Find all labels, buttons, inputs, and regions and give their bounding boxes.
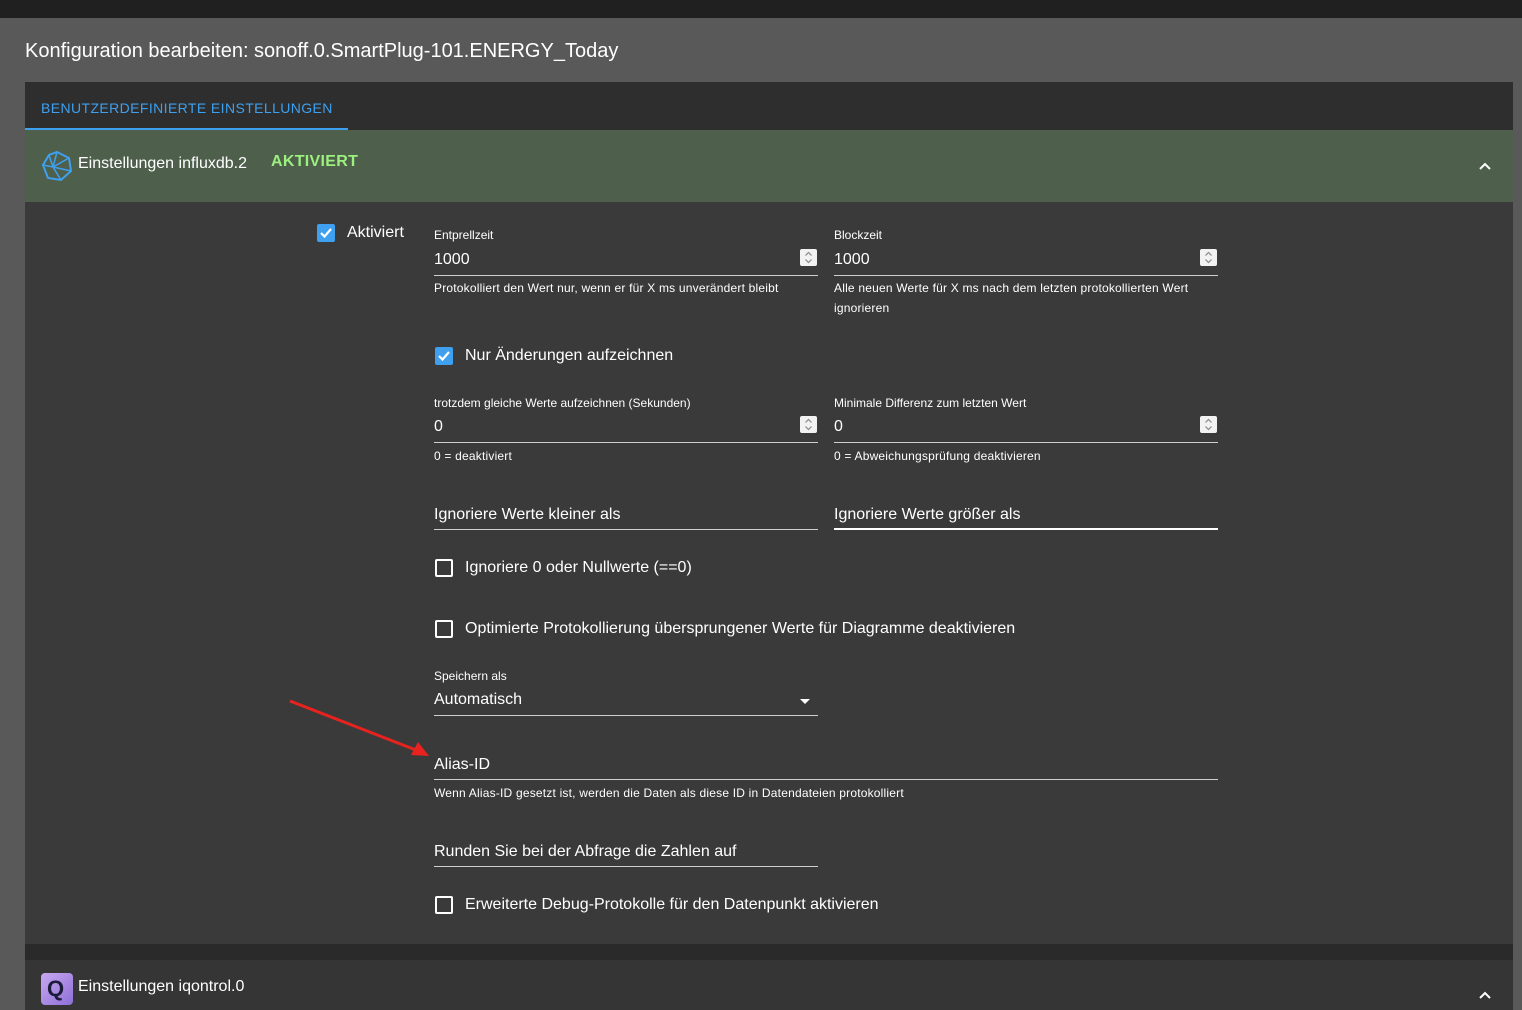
debug-checkbox[interactable] (435, 896, 453, 914)
enabled-label: Aktiviert (347, 224, 404, 241)
tab-bar: BENUTZERDEFINIERTE EINSTELLUNGEN (25, 82, 1513, 130)
record-same-input[interactable]: 0 (434, 418, 443, 436)
record-same-stepper[interactable] (800, 416, 817, 433)
annotation-arrow-icon (289, 699, 429, 756)
ignore-zero-label: Ignoriere 0 oder Nullwerte (==0) (465, 559, 692, 576)
block-input[interactable]: 1000 (834, 251, 870, 269)
store-as-underline (434, 715, 818, 716)
accordion-title-iqontrol: Einstellungen iqontrol.0 (78, 978, 245, 995)
alias-id-input[interactable]: Alias-ID (434, 756, 490, 774)
block-stepper[interactable] (1200, 249, 1217, 266)
iqontrol-icon: Q (41, 973, 73, 1005)
ignore-below-input[interactable]: Ignoriere Werte kleiner als (434, 506, 620, 524)
min-diff-stepper[interactable] (1200, 416, 1217, 433)
debounce-underline (434, 275, 818, 276)
block-label: Blockzeit (834, 228, 883, 242)
debounce-stepper[interactable] (800, 249, 817, 266)
ignore-below-underline (434, 529, 818, 530)
store-as-select[interactable]: Automatisch (434, 691, 522, 709)
dialog-content: BENUTZERDEFINIERTE EINSTELLUNGEN Einstel… (25, 82, 1513, 1010)
min-diff-helper: 0 = Abweichungsprüfung deaktivieren (834, 449, 1041, 463)
ignore-above-input[interactable]: Ignoriere Werte größer als (834, 506, 1020, 524)
influxdb-icon (41, 150, 73, 182)
check-icon (438, 351, 450, 362)
chevron-up-icon[interactable] (1478, 990, 1492, 1000)
dialog-title: Konfiguration bearbeiten: sonoff.0.Smart… (25, 40, 619, 62)
chevron-up-icon[interactable] (1478, 161, 1492, 171)
min-diff-input[interactable]: 0 (834, 418, 843, 436)
changes-only-label: Nur Änderungen aufzeichnen (465, 347, 674, 364)
min-diff-underline (834, 442, 1218, 443)
store-as-label: Speichern als (434, 669, 507, 683)
accordion-title: Einstellungen influxdb.2 (78, 155, 248, 172)
status-badge: AKTIVIERT (271, 153, 359, 170)
enabled-checkbox[interactable] (317, 224, 335, 242)
accordion-header-iqontrol[interactable]: Q Einstellungen iqontrol.0 (25, 960, 1513, 1010)
changes-only-checkbox[interactable] (435, 347, 453, 365)
accordion-separator (25, 944, 1513, 960)
min-diff-label: Minimale Differenz zum letzten Wert (834, 396, 1027, 410)
block-underline (834, 275, 1218, 276)
debounce-helper: Protokolliert den Wert nur, wenn er für … (434, 281, 779, 295)
disable-skipped-checkbox[interactable] (435, 620, 453, 638)
disable-skipped-label: Optimierte Protokollierung übersprungene… (465, 620, 1016, 637)
dropdown-arrow-icon[interactable] (800, 699, 810, 704)
ignore-above-underline (834, 528, 1218, 530)
record-same-helper: 0 = deaktiviert (434, 449, 513, 463)
record-same-underline (434, 442, 818, 443)
block-helper: Alle neuen Werte für X ms nach dem letzt… (834, 281, 1189, 315)
top-bar (0, 0, 1522, 18)
debounce-input[interactable]: 1000 (434, 251, 470, 269)
debug-label: Erweiterte Debug-Protokolle für den Date… (465, 896, 879, 913)
alias-id-underline (434, 779, 1218, 780)
round-underline (434, 866, 818, 867)
alias-id-helper: Wenn Alias-ID gesetzt ist, werden die Da… (434, 786, 904, 800)
edit-config-dialog: Konfiguration bearbeiten: sonoff.0.Smart… (0, 18, 1522, 1010)
debounce-label: Entprellzeit (434, 228, 494, 242)
check-icon (320, 228, 332, 239)
accordion-header-influxdb[interactable]: Einstellungen influxdb.2 AKTIVIERT (25, 130, 1513, 202)
accordion-body-influxdb: Aktiviert Entprellzeit 1000 Protokollier… (25, 202, 1513, 944)
round-input[interactable]: Runden Sie bei der Abfrage die Zahlen au… (434, 843, 736, 861)
record-same-label: trotzdem gleiche Werte aufzeichnen (Seku… (434, 396, 691, 410)
ignore-zero-checkbox[interactable] (435, 559, 453, 577)
tab-custom-settings[interactable]: BENUTZERDEFINIERTE EINSTELLUNGEN (25, 82, 348, 130)
